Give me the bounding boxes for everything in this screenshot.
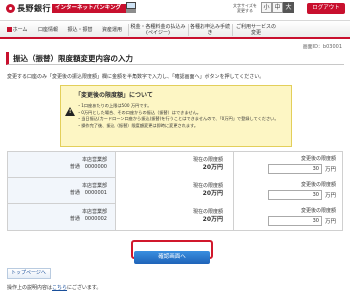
nav-item-payeasy[interactable]: 税金・各種料金の払込み (ペイジー) — [130, 21, 186, 38]
header: 長野銀行 インターネットバンキング 文字サイズを 変更する 小 中 大 ログアウ… — [0, 0, 350, 20]
account-type-number: 普通 0000002 — [8, 216, 107, 223]
current-limit-amount: 20万円 — [202, 190, 223, 197]
nav-divider — [128, 24, 129, 36]
nav-item-label: ご利用サービスの変更 — [235, 24, 276, 36]
account-number: 0000001 — [84, 190, 107, 196]
notice-item: ・当日振込(カードローン口座から振込(振替)を行うことはできませんので、「0万円… — [77, 116, 279, 121]
text-size-label: 文字サイズを 変更する — [233, 3, 257, 13]
current-limit-amount: 20万円 — [202, 216, 223, 223]
nav-item-label: 各種お申込み手続き — [190, 24, 231, 36]
new-limit-label: 変更後の限度額 — [300, 208, 336, 214]
text-size-large-button[interactable]: 大 — [283, 2, 294, 13]
account-limit-table: 本店営業部 普通 0000000 現在の限度額 20万円 変更後の限度額 万円 … — [7, 151, 343, 231]
current-limit-label: 現在の限度額 — [192, 209, 223, 215]
nav-item-label: 税金・各種料金の払込み (ペイジー) — [130, 24, 186, 36]
computer-icon — [126, 2, 136, 9]
account-branch: 本店営業部 — [81, 209, 107, 215]
footer-note: 操作上の説明内容はこちらにございます。 — [7, 284, 101, 291]
nav-divider — [188, 24, 189, 36]
bank-logo-icon — [6, 4, 15, 13]
footer-prefix: 操作上の説明内容は — [7, 285, 53, 291]
new-limit-label: 変更後の限度額 — [300, 156, 336, 162]
account-number: 0000002 — [84, 216, 107, 222]
nav-item-label: 振込・振替 — [67, 27, 93, 33]
new-limit-input[interactable] — [268, 190, 322, 200]
account-type-number: 普通 0000001 — [8, 190, 107, 197]
notice-item: ・操作完了後、振込（振替）限度額変更は即時に変更されます。 — [77, 122, 199, 128]
account-row: 本店営業部 普通 0000000 現在の限度額 20万円 変更後の限度額 万円 — [8, 152, 342, 178]
notice-box: 「変更後の限度額」について ・1口座あたりの上限は500 万円です。 ・0万円と… — [60, 85, 292, 147]
account-info: 本店営業部 普通 0000002 — [8, 204, 116, 230]
nav-item-label: 資産運用 — [101, 27, 122, 33]
account-type: 普通 — [69, 216, 80, 222]
nav-divider — [232, 24, 233, 36]
service-name: インターネットバンキング — [52, 4, 126, 13]
current-limit: 現在の限度額 20万円 — [116, 204, 234, 230]
account-row: 本店営業部 普通 0000001 現在の限度額 20万円 変更後の限度額 万円 — [8, 178, 342, 204]
account-info: 本店営業部 普通 0000001 — [8, 178, 116, 204]
page-title-bar: 振込（振替）限度額変更内容の入力 — [6, 52, 344, 65]
nav-item-service-change[interactable]: ご利用サービスの変更 — [234, 21, 278, 38]
instruction-text: 変更する口座のみ「変更後の振込限度額」欄に金額を半角数字で入力し、「確認画面へ」… — [7, 74, 265, 80]
nav-item-label: ホーム — [12, 27, 28, 33]
page-title: 振込（振替）限度額変更内容の入力 — [13, 54, 133, 63]
current-limit-label: 現在の限度額 — [192, 157, 223, 163]
current-limit-label: 現在の限度額 — [192, 183, 223, 189]
nav-item-account-info[interactable]: 口座情報 — [33, 21, 63, 38]
confirm-button-highlight: 確認画面へ — [131, 240, 213, 264]
bank-name: 長野銀行 — [17, 4, 51, 13]
notice-heading: 「変更後の限度額」について — [75, 92, 153, 99]
new-limit-input[interactable] — [268, 216, 322, 226]
new-limit-label: 変更後の限度額 — [300, 182, 336, 188]
text-size-medium-button[interactable]: 中 — [272, 2, 283, 13]
nav-item-asset-management[interactable]: 資産運用 — [97, 21, 127, 38]
account-branch: 本店営業部 — [81, 183, 107, 189]
account-info: 本店営業部 普通 0000000 — [8, 152, 116, 178]
new-limit: 変更後の限度額 万円 — [234, 204, 342, 230]
nav-item-home[interactable]: ホーム — [2, 21, 32, 38]
account-row: 本店営業部 普通 0000002 現在の限度額 20万円 変更後の限度額 万円 — [8, 204, 342, 230]
account-type: 普通 — [69, 190, 80, 196]
nav-item-transfer[interactable]: 振込・振替 — [64, 21, 96, 38]
new-limit: 変更後の限度額 万円 — [234, 178, 342, 204]
new-limit-unit: 万円 — [325, 167, 337, 173]
current-limit: 現在の限度額 20万円 — [116, 178, 234, 204]
current-limit: 現在の限度額 20万円 — [116, 152, 234, 178]
account-type: 普通 — [69, 164, 80, 170]
current-limit-amount: 20万円 — [202, 164, 223, 171]
logout-button[interactable]: ログアウト — [307, 3, 345, 14]
new-limit-unit: 万円 — [325, 219, 337, 225]
nav-item-label: 口座情報 — [37, 27, 58, 33]
nav-item-applications[interactable]: 各種お申込み手続き — [190, 21, 230, 38]
help-link[interactable]: こちら — [52, 285, 67, 291]
new-limit-input[interactable] — [268, 164, 322, 174]
top-page-button[interactable]: トップページへ — [7, 268, 51, 279]
footer-suffix: にございます。 — [67, 285, 102, 291]
home-icon — [6, 27, 12, 32]
confirm-button[interactable]: 確認画面へ — [134, 251, 210, 264]
warning-icon — [65, 107, 75, 116]
new-limit-unit: 万円 — [325, 193, 337, 199]
screen-id: 画面ID：b03001 — [302, 44, 342, 50]
global-nav: ホーム 口座情報 振込・振替 資産運用 税金・各種料金の払込み (ペイジー) 各… — [0, 20, 350, 39]
account-type-number: 普通 0000000 — [8, 164, 107, 171]
notice-list: ・1口座あたりの上限は500 万円です。 ・0万円とした場合、その口座からの振込… — [77, 103, 289, 129]
new-limit: 変更後の限度額 万円 — [234, 152, 342, 178]
text-size-small-button[interactable]: 小 — [261, 2, 272, 13]
account-branch: 本店営業部 — [81, 157, 107, 163]
account-number: 0000000 — [84, 164, 107, 170]
